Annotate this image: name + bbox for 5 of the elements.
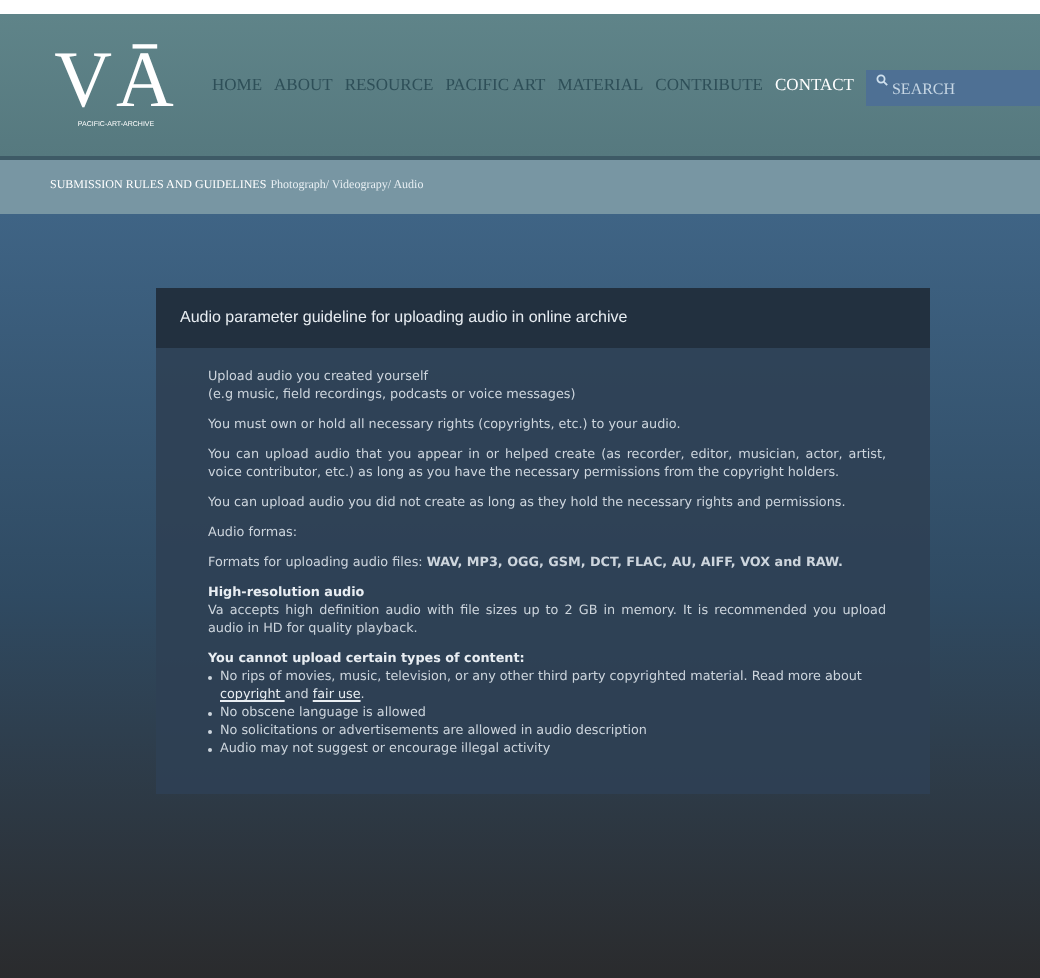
search-field[interactable]: SEARCH <box>865 70 1040 106</box>
nav-link[interactable]: CONTACT <box>775 72 854 98</box>
logo-mark[interactable]: VĀ <box>54 40 178 120</box>
panel-title: Audio parameter guideline for uploading audio in online archive <box>180 306 628 330</box>
search-icon <box>875 73 888 85</box>
